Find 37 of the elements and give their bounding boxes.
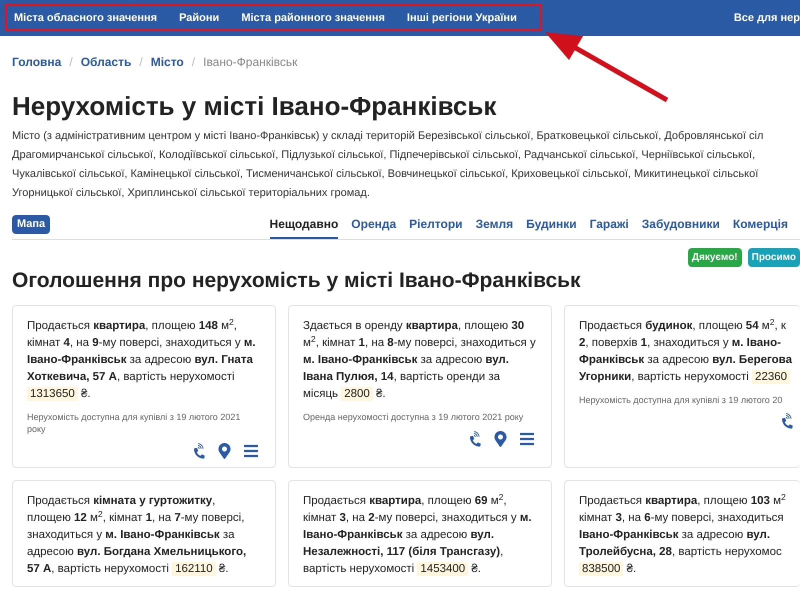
nav-link[interactable]: Інші регіони України — [406, 10, 517, 26]
breadcrumb-link[interactable]: Головна — [12, 53, 62, 71]
listing-description: Продається кімната у гуртожитку, площею 12 м$^{2}$, кімнат 1, на 7-му поверсі, знаходиться у м. Івано-Франківськ за адресою вул. Богдана Хмельницького, 57 А, вартість нерухомості 162110 ₴. — [27, 494, 248, 578]
availability-note: Нерухомість доступна для купівлі з 19 лютого 20 — [579, 394, 784, 406]
tab[interactable]: Оренда — [351, 213, 396, 239]
listing-description: Здається в оренду квартира, площею 30 м$^{2}$, кімнат 1, на 8-му поверсі, знаходиться у м. Івано-Франківськ за адресою вул. Івана Пулюя, 14, вартість оренди за місяць 2800 ₴. — [303, 319, 537, 403]
location-pin-icon[interactable] — [218, 443, 231, 459]
menu-icon[interactable] — [517, 431, 537, 447]
breadcrumb-separator: / — [69, 54, 73, 71]
availability-note: Нерухомість доступна для купівлі з 19 лютого 2021 року — [27, 411, 242, 435]
listing-description: Продається будинок, площею 54 м$^{2}$, к 2, поверхів 1, знаходиться у м. Івано- Франківськ за адресою вул. Берегова Угорники, вартість нерухомості 22360 — [579, 318, 793, 386]
availability-note: Оренда нерухомості доступна з 19 лютого 2021 року — [303, 411, 524, 423]
nav-link[interactable]: Райони — [179, 10, 220, 26]
nav-link[interactable]: Міста обласного значення — [14, 10, 158, 26]
breadcrumb-link[interactable]: Місто — [150, 53, 184, 71]
tab[interactable]: Будинки — [526, 213, 577, 239]
breadcrumb-separator: / — [139, 54, 143, 71]
tab[interactable]: Ріелтори — [409, 213, 463, 239]
location-pin-icon[interactable] — [494, 431, 507, 447]
tab[interactable]: Гаражі — [590, 213, 629, 239]
map-badge[interactable]: Мапа — [12, 215, 50, 234]
nav-link[interactable]: Все для нер — [734, 10, 800, 26]
description: Місто (з адміністративним центром у місті Івано-Франківськ) у складі територій Березівської сільської, Братковецької сільської, Добровлянської сіл Драгомирчанської сільської, Колодіївської сільської, Підлузької сільської, Підпечерівської сільської, Радчанської сільської, Черніївської сільської, Чукалівської сільської, Камінецької сільської, Тисменичанської сільської, Вовчинецької сільської, Криховецької сільської, Микитинецької сільської Угорницької сільської, Хриплинської сільської територіальних громад. — [12, 129, 764, 201]
tab[interactable]: Земля — [476, 213, 514, 239]
breadcrumb-link[interactable]: Область — [80, 53, 132, 71]
section-title: Оголошення про нерухомість у місті Івано-Франківськ — [12, 268, 582, 294]
tab[interactable]: Забудовники — [642, 213, 720, 239]
listing-description: Продається квартира, площею 148 м$^{2}$, кімнат 4, на 9-му поверсі, знаходиться у м. Івано-Франківськ за адресою вул. Гната Хоткевича, 57 А, вартість нерухомості 1313650 ₴. — [27, 318, 257, 403]
menu-icon[interactable] — [241, 443, 261, 459]
listing-description: Продається квартира, площею 103 м$^{2}$ кімнат 3, на 6-му поверсі, знаходиться Івано-Франківськ за адресою вул. Тролейбусна, 28, вартість нерухомос 838500 ₴. — [579, 493, 787, 578]
tab[interactable]: Нещодавно — [270, 213, 338, 239]
breadcrumb-link[interactable]: Івано-Франківськ — [203, 53, 298, 71]
page-title: Нерухомість у місті Івано-Франківськ — [12, 90, 498, 123]
listing-description: Продається квартира, площею 69 м$^{2}$, кімнат 3, на 2-му поверсі, знаходиться у м. Івано-Франківськ за адресою вул. Незалежності, 117 (біля Трансгазу), вартість нерухомості 1453400 ₴. — [303, 493, 533, 578]
nav-link[interactable]: Міста районного значення — [241, 10, 385, 26]
tab[interactable]: Комерція — [732, 213, 788, 239]
breadcrumb-separator: / — [192, 54, 196, 71]
